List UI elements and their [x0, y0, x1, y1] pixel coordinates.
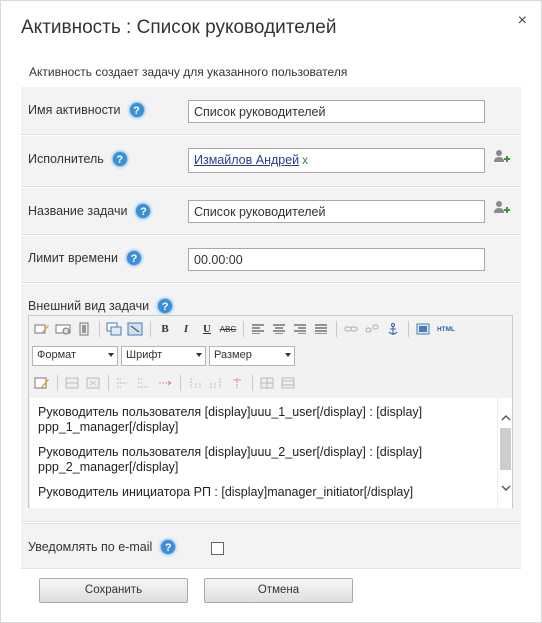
insert-field-icon[interactable]: [74, 319, 94, 339]
unlink-icon[interactable]: [362, 319, 382, 339]
link-icon[interactable]: [341, 319, 361, 339]
table-row-icon[interactable]: [62, 373, 82, 393]
executor-label: Исполнитель: [28, 152, 104, 166]
strikethrough-button[interactable]: ABC: [218, 319, 238, 339]
dialog-description: Активность создает задачу для указанного…: [29, 65, 348, 79]
close-icon[interactable]: ×: [518, 13, 527, 29]
dialog-title: Активность : Список руководителей: [21, 17, 337, 38]
merge-cells-icon[interactable]: [278, 373, 298, 393]
editor-scrollbar[interactable]: [497, 398, 512, 508]
font-select[interactable]: Шрифт: [121, 346, 206, 366]
size-select-value: Размер: [214, 349, 252, 361]
toolbar-divider: [408, 321, 409, 337]
help-icon[interactable]: ?: [111, 151, 128, 167]
insert-col-before-icon[interactable]: [185, 373, 205, 393]
help-icon[interactable]: ?: [125, 250, 142, 266]
task-view-label: Внешний вид задачи: [28, 299, 150, 313]
executor-user-link[interactable]: Измайлов Андрей: [194, 153, 299, 167]
notify-email-row: Уведомлять по e-mail ?: [21, 523, 521, 569]
editor-toolbar-row-2: Формат Шрифт Размер: [32, 345, 298, 367]
underline-button[interactable]: U: [197, 319, 217, 339]
editor-toolbar-row-3: [32, 372, 299, 394]
text-field-icon[interactable]: [53, 319, 73, 339]
scroll-up-icon[interactable]: [501, 414, 511, 422]
editor-paragraph: Руководитель пользователя [display]uuu_2…: [38, 445, 423, 474]
task-name-label: Название задачи: [28, 204, 128, 218]
rich-text-editor: B I U ABC HTML Формат Шрифт Размер Руков…: [28, 315, 513, 508]
align-right-icon[interactable]: [290, 319, 310, 339]
toolbar-divider: [252, 375, 253, 391]
delete-col-icon[interactable]: [227, 373, 247, 393]
edit-text-icon[interactable]: [32, 319, 52, 339]
task-name-row: Название задачи ?: [21, 188, 521, 235]
format-select[interactable]: Формат: [32, 346, 118, 366]
editor-paragraph: Руководитель пользователя [display]uuu_1…: [38, 405, 423, 434]
notify-email-label: Уведомлять по e-mail: [28, 540, 153, 554]
time-limit-label: Лимит времени: [28, 251, 118, 265]
toolbar-divider: [336, 321, 337, 337]
toolbar-divider: [108, 375, 109, 391]
chevron-down-icon: [108, 353, 114, 357]
cancel-button[interactable]: Отмена: [204, 578, 353, 603]
toolbar-divider: [243, 321, 244, 337]
time-limit-row: Лимит времени ?: [21, 236, 521, 283]
insert-row-after-icon[interactable]: [134, 373, 154, 393]
toolbar-divider: [99, 321, 100, 337]
help-icon[interactable]: ?: [128, 102, 145, 118]
notify-email-checkbox[interactable]: [211, 542, 224, 555]
toolbar-divider: [57, 375, 58, 391]
html-button[interactable]: HTML: [434, 319, 458, 339]
executor-row: Исполнитель ? Измайлов Андрей x: [21, 136, 521, 187]
source-view-icon[interactable]: [413, 319, 433, 339]
copy-format-icon[interactable]: [104, 319, 124, 339]
chevron-down-icon: [196, 353, 202, 357]
scrollbar-thumb[interactable]: [500, 428, 511, 470]
remove-user-icon[interactable]: x: [302, 153, 308, 167]
select-all-icon[interactable]: [125, 319, 145, 339]
bold-button[interactable]: B: [155, 319, 175, 339]
format-select-value: Формат: [37, 349, 77, 361]
anchor-icon[interactable]: [383, 319, 403, 339]
activity-name-input[interactable]: [188, 100, 485, 123]
activity-name-row: Имя активности ?: [21, 87, 521, 135]
add-person-icon[interactable]: [493, 149, 511, 165]
editor-toolbar-row-1: B I U ABC HTML: [32, 318, 459, 340]
insert-row-before-icon[interactable]: [113, 373, 133, 393]
activity-dialog: Активность : Список руководителей × Акти…: [0, 0, 542, 623]
table-cell-icon[interactable]: [83, 373, 103, 393]
help-icon[interactable]: ?: [160, 539, 177, 555]
save-button[interactable]: Сохранить: [39, 578, 188, 603]
font-select-value: Шрифт: [126, 349, 163, 361]
split-cells-icon[interactable]: [257, 373, 277, 393]
help-icon[interactable]: ?: [157, 298, 174, 314]
toolbar-divider: [150, 321, 151, 337]
chevron-down-icon: [285, 353, 291, 357]
align-left-icon[interactable]: [248, 319, 268, 339]
add-person-icon[interactable]: [493, 200, 511, 216]
insert-col-after-icon[interactable]: [206, 373, 226, 393]
help-icon[interactable]: ?: [135, 203, 152, 219]
edit-table-icon[interactable]: [32, 373, 52, 393]
delete-row-icon[interactable]: [155, 373, 175, 393]
executor-field[interactable]: Измайлов Андрей x: [188, 148, 485, 173]
scroll-down-icon[interactable]: [501, 484, 511, 492]
size-select[interactable]: Размер: [209, 346, 295, 366]
task-name-input[interactable]: [188, 200, 485, 223]
italic-button[interactable]: I: [176, 319, 196, 339]
time-limit-input[interactable]: [188, 248, 485, 271]
activity-name-label: Имя активности: [28, 103, 121, 117]
editor-paragraph: Руководитель инициатора РП : [display]ma…: [38, 485, 414, 499]
editor-content-area[interactable]: Руководитель пользователя [display]uuu_1…: [30, 398, 498, 508]
toolbar-divider: [180, 375, 181, 391]
align-justify-icon[interactable]: [311, 319, 331, 339]
align-center-icon[interactable]: [269, 319, 289, 339]
